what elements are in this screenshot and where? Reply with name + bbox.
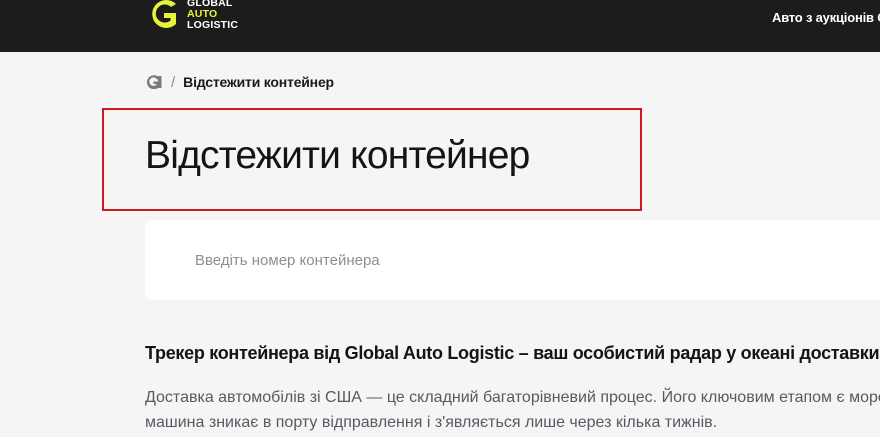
paragraph-line-2: машина зникає в порту відправлення і з'я… <box>145 414 718 431</box>
page-title: Відстежити контейнер <box>145 134 530 177</box>
site-logo[interactable]: GLOBAL AUTO LOGISTIC <box>145 0 275 36</box>
logo-line-auto: AUTO <box>187 7 218 20</box>
g-logo-icon <box>152 0 176 29</box>
container-number-input[interactable] <box>183 242 843 278</box>
breadcrumb-current: Відстежити контейнер <box>183 74 334 90</box>
paragraph-line-1: Доставка автомобілів зі США — це складни… <box>145 389 880 406</box>
logo-wordmark: GLOBAL AUTO LOGISTIC <box>187 0 238 31</box>
site-header: GLOBAL AUTO LOGISTIC Авто з аукціонів СШ… <box>0 0 880 52</box>
nav-link-auctions[interactable]: Авто з аукціонів США <box>772 10 880 25</box>
section-heading: Трекер контейнера від Global Auto Logist… <box>145 343 880 363</box>
g-home-icon[interactable] <box>145 75 162 89</box>
breadcrumb: / Відстежити контейнер <box>145 72 334 92</box>
breadcrumb-separator: / <box>171 73 176 91</box>
container-search-card <box>145 220 880 300</box>
section-paragraph: Доставка автомобілів зі США — це складни… <box>145 385 880 435</box>
logo-line-logistic: LOGISTIC <box>187 18 239 31</box>
